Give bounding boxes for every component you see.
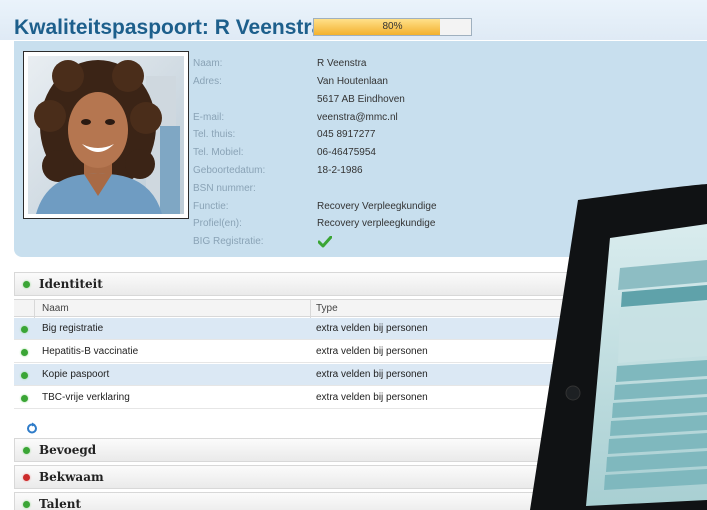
table-row[interactable]: TBC-vrije verklaring extra velden bij pe… <box>14 387 574 409</box>
section-title: Identiteit <box>39 277 103 291</box>
value-adres: Van Houtenlaan <box>317 76 388 87</box>
progress-label: 80% <box>382 21 403 32</box>
table-header: Naam Type <box>14 299 574 318</box>
label-functie: Functie: <box>193 201 229 212</box>
cell-naam: TBC-vrije verklaring <box>42 392 130 403</box>
status-dot-green <box>23 281 30 288</box>
value-profielen: Recovery verpleegkundige <box>317 218 436 229</box>
cell-type: extra velden bij personen <box>316 346 428 357</box>
label-tel-thuis: Tel. thuis: <box>193 129 236 140</box>
value-functie: Recovery Verpleegkundige <box>317 201 437 212</box>
status-dot-green <box>23 501 30 508</box>
table-row[interactable]: Hepatitis-B vaccinatie extra velden bij … <box>14 341 574 363</box>
section-talent-header[interactable]: Talent <box>14 492 574 510</box>
section-bevoegd-header[interactable]: Bevoegd <box>14 438 574 462</box>
label-big-registratie: BIG Registratie: <box>193 236 264 247</box>
tablet-device-illustration <box>530 184 707 510</box>
label-email: E-mail: <box>193 112 225 123</box>
profile-photo-frame <box>23 51 189 219</box>
section-bekwaam-header[interactable]: Bekwaam <box>14 465 574 489</box>
page-title: Kwaliteitspaspoort: R Veenstra <box>14 16 324 39</box>
value-tel-mobiel: 06-46475954 <box>317 147 376 158</box>
section-title: Bevoegd <box>39 443 97 457</box>
value-postcode: 5617 AB Eindhoven <box>317 94 405 105</box>
column-divider <box>34 300 35 318</box>
label-geboortedatum: Geboortedatum: <box>193 165 266 176</box>
label-bsn: BSN nummer: <box>193 183 256 194</box>
value-geboortedatum: 18-2-1986 <box>317 165 363 176</box>
value-tel-thuis: 045 8917277 <box>317 129 376 140</box>
status-dot-red <box>23 474 30 481</box>
refresh-icon[interactable] <box>26 422 38 434</box>
section-identiteit-header[interactable]: Identiteit <box>14 272 574 296</box>
value-naam: R Veenstra <box>317 58 367 69</box>
cell-naam: Hepatitis-B vaccinatie <box>42 346 139 357</box>
label-profielen: Profiel(en): <box>193 218 242 229</box>
section-title: Bekwaam <box>39 470 104 484</box>
label-adres: Adres: <box>193 76 222 87</box>
status-dot-green <box>21 349 28 356</box>
profile-photo <box>28 56 184 214</box>
status-dot-green <box>21 372 28 379</box>
cell-type: extra velden bij personen <box>316 392 428 403</box>
status-dot-green <box>21 395 28 402</box>
column-header-naam[interactable]: Naam <box>42 303 69 314</box>
status-dot-green <box>23 447 30 454</box>
label-naam: Naam: <box>193 58 223 69</box>
label-tel-mobiel: Tel. Mobiel: <box>193 147 244 158</box>
column-header-type[interactable]: Type <box>316 303 338 314</box>
progress-bar: 80% <box>313 18 472 36</box>
cell-type: extra velden bij personen <box>316 369 428 380</box>
value-email: veenstra@mmc.nl <box>317 112 398 123</box>
table-row[interactable]: Big registratie extra velden bij persone… <box>14 318 574 340</box>
check-icon <box>318 236 332 248</box>
section-title: Talent <box>39 497 82 510</box>
status-dot-green <box>21 326 28 333</box>
cell-naam: Kopie paspoort <box>42 369 110 380</box>
column-divider <box>310 300 311 318</box>
table-row[interactable]: Kopie paspoort extra velden bij personen <box>14 364 574 386</box>
cell-naam: Big registratie <box>42 323 104 334</box>
cell-type: extra velden bij personen <box>316 323 428 334</box>
